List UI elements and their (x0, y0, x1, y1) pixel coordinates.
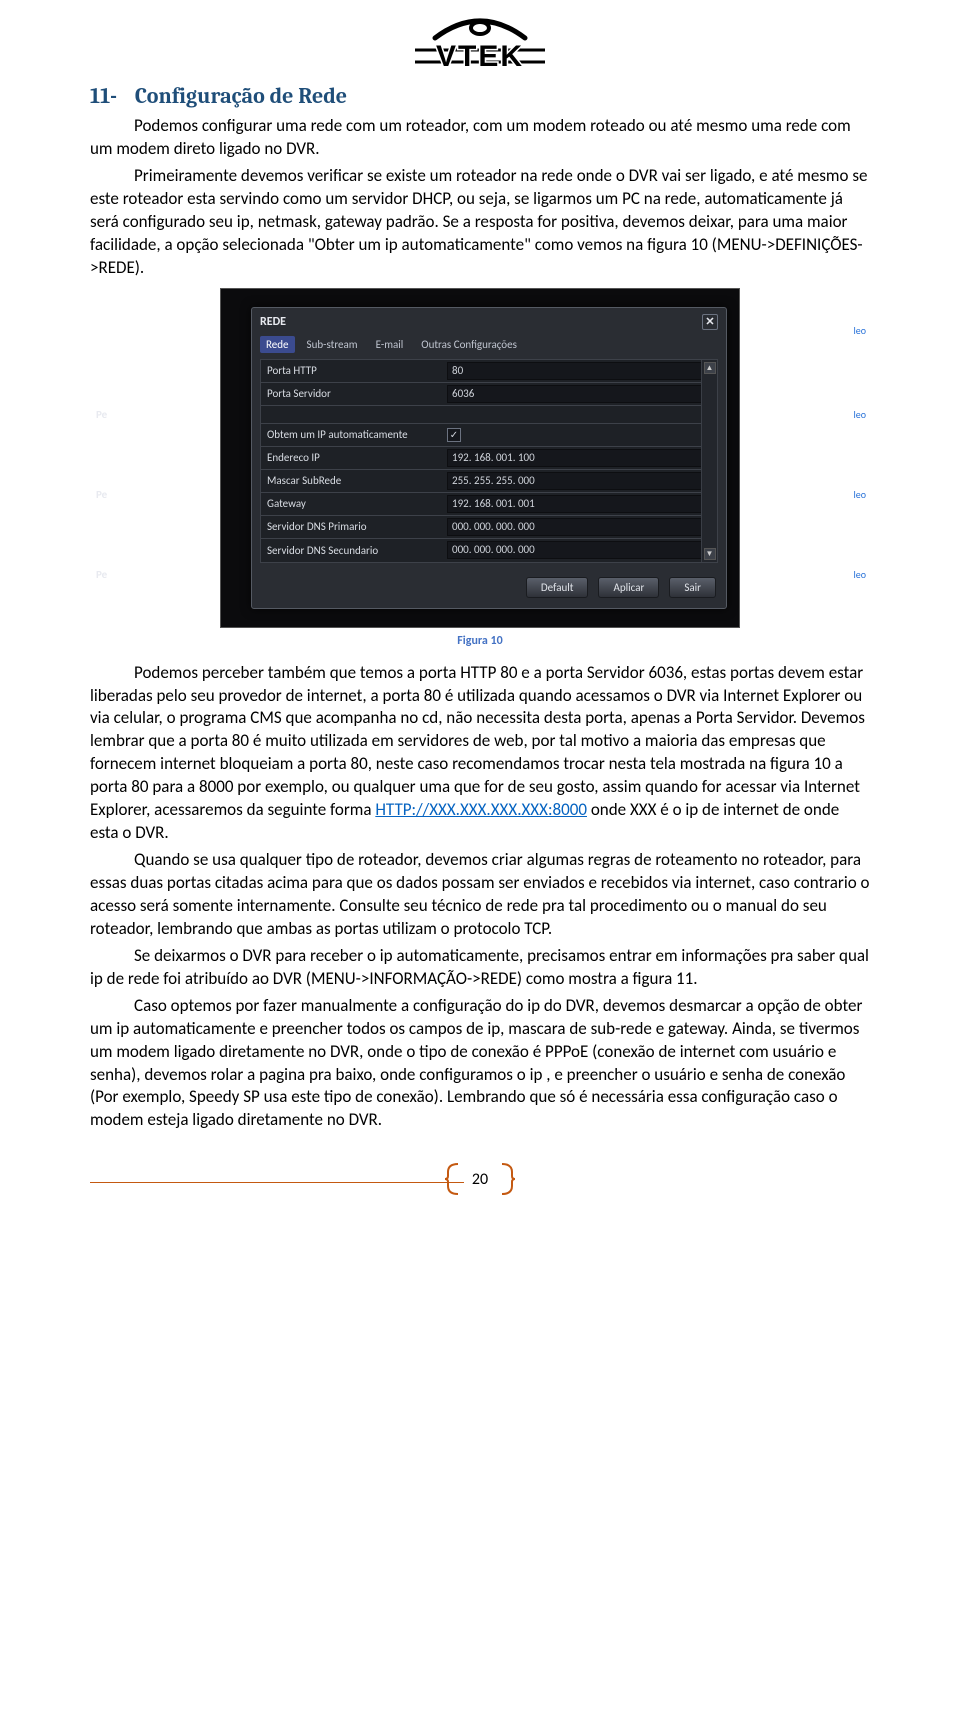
network-dialog-screenshot: Pe Pe Pe leo leo leo leo REDE ✕ Rede Sub… (90, 288, 870, 628)
row-label-autoip: Obtem um IP automaticamente (267, 428, 447, 441)
figure-caption: Figura 10 (90, 634, 870, 648)
row-label-gateway: Gateway (267, 497, 447, 510)
tab-outras[interactable]: Outras Configurações (415, 336, 523, 353)
paragraph-2: Primeiramente devemos verificar se exist… (90, 165, 870, 280)
bg-label-leo-3: leo (853, 488, 866, 501)
row-label-http: Porta HTTP (267, 364, 447, 377)
paragraph-1: Podemos configurar uma rede com um rotea… (90, 115, 870, 161)
dialog-tabs: Rede Sub-stream E-mail Outras Configuraç… (252, 336, 726, 359)
row-label-ip: Endereco IP (267, 451, 447, 464)
dns1-field[interactable]: 000. 000. 000. 000 (447, 518, 711, 536)
default-button[interactable]: Default (526, 577, 589, 598)
close-icon[interactable]: ✕ (702, 314, 718, 330)
brand-logo: VTEK (90, 10, 870, 93)
tab-substream[interactable]: Sub-stream (301, 336, 364, 353)
page-number: 20 (472, 1170, 488, 1189)
bg-label-leo-2: leo (853, 408, 866, 421)
gateway-field[interactable]: 192. 168. 001. 001 (447, 495, 711, 513)
row-label-dns1: Servidor DNS Primario (267, 520, 447, 533)
dns2-field[interactable]: 000. 000. 000. 000 (447, 541, 711, 559)
apply-button[interactable]: Aplicar (598, 577, 659, 598)
subnet-field[interactable]: 255. 255. 255. 000 (447, 472, 711, 490)
tab-rede[interactable]: Rede (260, 336, 295, 353)
scroll-up-icon[interactable]: ▲ (704, 362, 716, 374)
server-port-field[interactable]: 6036 (447, 385, 711, 403)
section-title-text: Configuração de Rede (135, 83, 347, 109)
paragraph-3: Podemos perceber também que temos a port… (90, 662, 870, 846)
example-url-link[interactable]: HTTP://XXX.XXX.XXX.XXX:8000 (375, 799, 587, 820)
row-label-dns2: Servidor DNS Secundario (267, 544, 447, 557)
para3-part-a: Podemos perceber também que temos a port… (90, 662, 865, 821)
bg-label-leo-1: leo (853, 324, 866, 337)
scroll-down-icon[interactable]: ▼ (704, 548, 716, 560)
bg-label-leo-4: leo (853, 568, 866, 581)
dialog-title: REDE (260, 315, 286, 329)
bg-label-pe-3: Pe (96, 568, 107, 581)
auto-ip-checkbox[interactable]: ✓ (447, 428, 461, 442)
row-label-server: Porta Servidor (267, 387, 447, 400)
svg-text:VTEK: VTEK (436, 40, 524, 73)
section-number: 11- (90, 83, 130, 109)
page-footer: 20 (90, 1162, 870, 1201)
ip-field[interactable]: 192. 168. 001. 100 (447, 449, 711, 467)
paragraph-6: Caso optemos por fazer manualmente a con… (90, 995, 870, 1133)
bg-label-pe-1: Pe (96, 408, 107, 421)
paragraph-5: Se deixarmos o DVR para receber o ip aut… (90, 945, 870, 991)
http-port-field[interactable]: 80 (447, 362, 711, 380)
row-label-mask: Mascar SubRede (267, 474, 447, 487)
scrollbar[interactable]: ▲ ▼ (701, 360, 717, 562)
tab-email[interactable]: E-mail (370, 336, 410, 353)
exit-button[interactable]: Sair (669, 577, 716, 598)
bg-label-pe-2: Pe (96, 488, 107, 501)
paragraph-4: Quando se usa qualquer tipo de roteador,… (90, 849, 870, 941)
